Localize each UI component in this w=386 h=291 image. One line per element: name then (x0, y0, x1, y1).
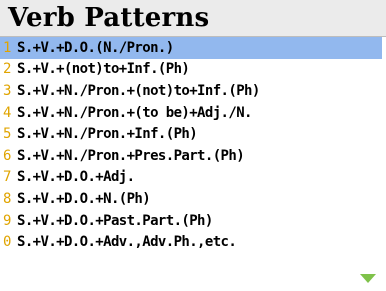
item-number: 9 (3, 212, 12, 229)
list-item[interactable]: 7 S.+V.+D.O.+Adj. (0, 167, 386, 189)
item-label: S.+V.+D.O.+N.(Ph) (17, 190, 151, 207)
list-item[interactable]: 9 S.+V.+D.O.+Past.Part.(Ph) (0, 210, 386, 232)
item-number: 3 (3, 82, 12, 99)
item-label: S.+V.+(not)to+Inf.(Ph) (17, 61, 190, 78)
item-number: 5 (3, 126, 12, 143)
item-label: S.+V.+D.O.+Adv.,Adv.Ph.,etc. (17, 234, 237, 251)
page-title: Verb Patterns (8, 3, 210, 33)
list-item[interactable]: 4 S.+V.+N./Pron.+(to be)+Adj./N. (0, 102, 386, 124)
item-label: S.+V.+N./Pron.+Inf.(Ph) (17, 126, 198, 143)
item-label: S.+V.+N./Pron.+(not)to+Inf.(Ph) (17, 82, 260, 99)
item-label: S.+V.+D.O.+Adj. (17, 169, 135, 186)
list-item[interactable]: 3 S.+V.+N./Pron.+(not)to+Inf.(Ph) (0, 80, 386, 102)
item-label: S.+V.+N./Pron.+Pres.Part.(Ph) (17, 147, 245, 164)
title-bar: Verb Patterns (0, 0, 386, 37)
verb-patterns-screen: Verb Patterns 1 S.+V.+D.O.(N./Pron.) 2 S… (0, 0, 386, 291)
item-label: S.+V.+D.O.+Past.Part.(Ph) (17, 212, 213, 229)
item-number: 4 (3, 104, 12, 121)
list-item[interactable]: 8 S.+V.+D.O.+N.(Ph) (0, 188, 386, 210)
item-label: S.+V.+D.O.(N./Pron.) (17, 39, 174, 56)
item-label: S.+V.+N./Pron.+(to be)+Adj./N. (17, 104, 252, 121)
item-number: 8 (3, 190, 12, 207)
list-item[interactable]: 6 S.+V.+N./Pron.+Pres.Part.(Ph) (0, 145, 386, 167)
item-number: 0 (3, 234, 12, 251)
verb-pattern-list: 1 S.+V.+D.O.(N./Pron.) 2 S.+V.+(not)to+I… (0, 37, 386, 253)
list-item[interactable]: 5 S.+V.+N./Pron.+Inf.(Ph) (0, 123, 386, 145)
item-number: 2 (3, 61, 12, 78)
list-item[interactable]: 0 S.+V.+D.O.+Adv.,Adv.Ph.,etc. (0, 231, 386, 253)
triangle-down-icon[interactable] (360, 274, 376, 283)
list-item[interactable]: 2 S.+V.+(not)to+Inf.(Ph) (0, 59, 386, 81)
list-item[interactable]: 1 S.+V.+D.O.(N./Pron.) (0, 37, 382, 59)
item-number: 7 (3, 169, 12, 186)
item-number: 1 (3, 39, 12, 56)
item-number: 6 (3, 147, 12, 164)
